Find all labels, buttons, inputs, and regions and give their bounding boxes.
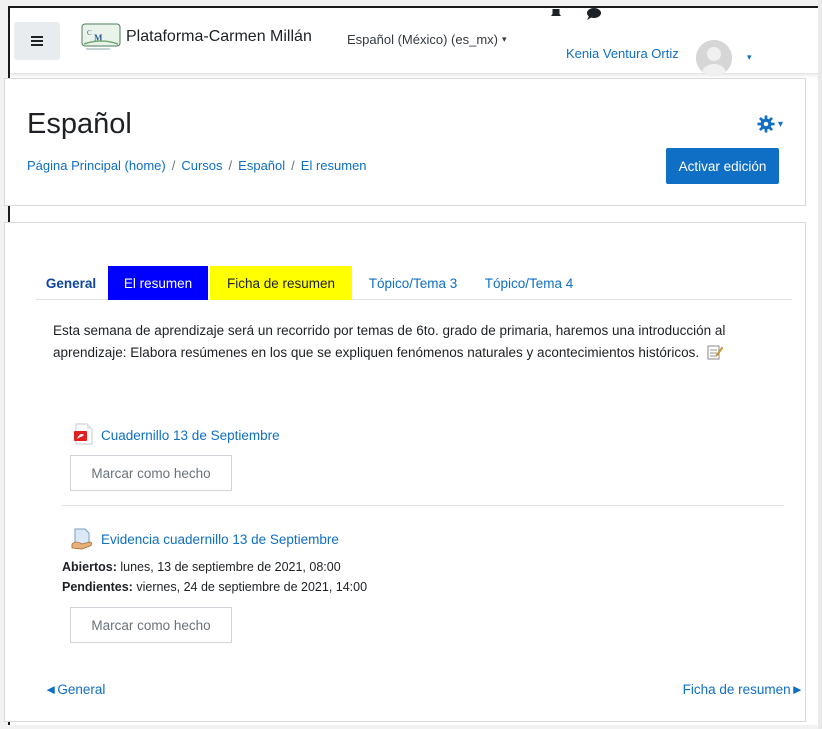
page-header-card: [4, 78, 806, 206]
tab-topico-tema-3[interactable]: Tópico/Tema 3: [354, 266, 472, 300]
top-navbar: C M Plataforma-Carmen Millán Español (Mé…: [10, 8, 818, 76]
user-name[interactable]: Kenia Ventura Ortiz: [566, 46, 679, 61]
pdf-icon[interactable]: [72, 422, 96, 446]
window-edge: [818, 0, 822, 729]
due-label: Pendientes:: [62, 580, 133, 594]
hamburger-icon[interactable]: [14, 22, 60, 60]
language-label: Español (México) (es_mx): [347, 32, 498, 47]
opened-value: lunes, 13 de septiembre de 2021, 08:00: [120, 560, 341, 574]
mark-done-button[interactable]: Marcar como hecho: [70, 607, 232, 643]
site-name[interactable]: Plataforma-Carmen Millán: [126, 28, 312, 46]
gear-icon: [757, 115, 775, 133]
section-tabs: General El resumen Ficha de resumen Tópi…: [36, 266, 792, 300]
breadcrumb-espanol[interactable]: Español: [238, 158, 285, 173]
chevron-down-icon: ▾: [502, 34, 507, 44]
opened-label: Abiertos:: [62, 560, 117, 574]
activity-cuadernillo-link[interactable]: Cuadernillo 13 de Septiembre: [101, 428, 280, 443]
section-summary-text: Esta semana de aprendizaje será un recor…: [53, 323, 726, 360]
tab-general[interactable]: General: [36, 266, 106, 300]
chevron-down-icon: ▾: [778, 118, 784, 130]
language-menu[interactable]: Español (México) (es_mx) ▾: [347, 32, 507, 47]
breadcrumb-home[interactable]: Página Principal (home): [27, 158, 166, 173]
assignment-icon[interactable]: [70, 527, 94, 551]
svg-text:C: C: [87, 29, 92, 37]
bell-icon[interactable]: [549, 8, 563, 18]
breadcrumb: Página Principal (home) / Cursos / Español / E…: [27, 158, 367, 173]
page-title: Español: [27, 108, 132, 140]
mark-done-button[interactable]: Marcar como hecho: [70, 455, 232, 491]
next-section-link[interactable]: Ficha de resumen►: [683, 682, 804, 697]
tab-topico-tema-4[interactable]: Tópico/Tema 4: [474, 266, 584, 300]
prev-section-link[interactable]: ◄General: [44, 682, 105, 697]
chevron-down-icon[interactable]: ▾: [747, 52, 752, 63]
activity-evidencia-link[interactable]: Evidencia cuadernillo 13 de Septiembre: [101, 532, 339, 547]
tab-ficha-de-resumen[interactable]: Ficha de resumen: [210, 266, 352, 300]
avatar[interactable]: [696, 40, 732, 76]
due-date: Pendientes: viernes, 24 de septiembre de…: [62, 580, 367, 594]
activity-divider: [62, 505, 784, 506]
breadcrumb-cursos[interactable]: Cursos: [181, 158, 222, 173]
chat-bubble-icon[interactable]: [586, 8, 602, 20]
activate-editing-button[interactable]: Activar edición: [666, 148, 779, 184]
due-value: viernes, 24 de septiembre de 2021, 14:00: [136, 580, 368, 594]
opened-date: Abiertos: lunes, 13 de septiembre de 202…: [62, 560, 341, 574]
breadcrumb-el-resumen[interactable]: El resumen: [301, 158, 367, 173]
tab-el-resumen[interactable]: El resumen: [108, 266, 208, 300]
cm-logo-icon[interactable]: C M: [80, 22, 122, 52]
settings-menu[interactable]: ▾: [757, 114, 787, 134]
section-summary: Esta semana de aprendizaje será un recor…: [53, 320, 795, 364]
edit-note-icon[interactable]: [707, 344, 723, 360]
